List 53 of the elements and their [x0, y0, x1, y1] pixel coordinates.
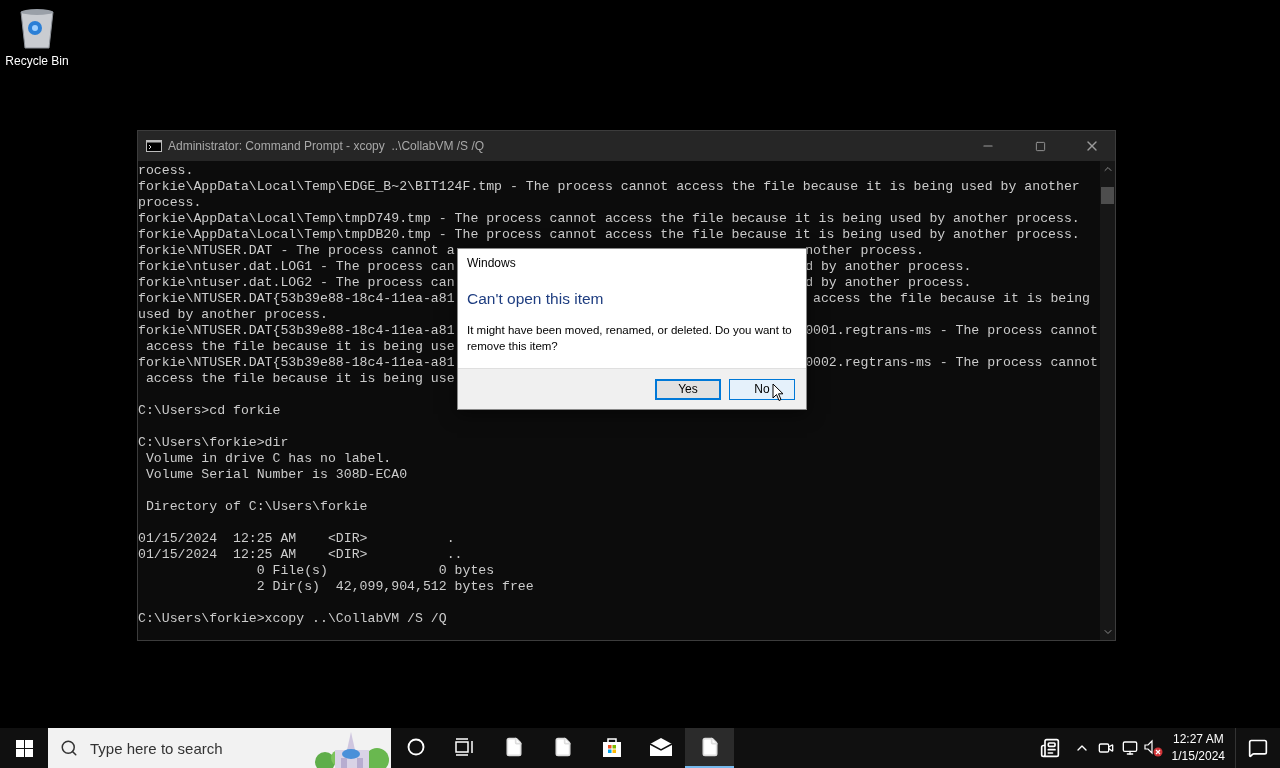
camera-icon[interactable]	[1097, 740, 1114, 756]
dialog-message: It might have been moved, renamed, or deleted. Do you want to remove this item?	[466, 323, 793, 354]
console-line: access the file because it is being use	[144, 371, 455, 387]
desktop-icon-label[interactable]: Recycle Bin	[5, 54, 69, 68]
console-line: 2 Dir(s) 42,099,904,512 bytes free	[255, 579, 534, 595]
console-line: rocess.	[138, 163, 194, 179]
console-line: C:\Users\forkie>xcopy ..\CollabVM /S /Q	[138, 611, 447, 627]
circle-icon[interactable]	[406, 738, 425, 756]
windows-logo-icon[interactable]	[15, 739, 33, 757]
network-icon[interactable]	[1121, 740, 1138, 756]
dialog-button[interactable]: Yes	[655, 378, 721, 400]
search-icon	[60, 739, 78, 757]
clock[interactable]: 12:27 AM 1/15/2024	[1165, 731, 1235, 765]
console-line: forkie\AppData\Local\Temp\EDGE_B~2\BIT124F.tmp - The process cannot access the file because it is being used by another	[138, 179, 1080, 195]
console-line: forkie\ntuser.dat.LOG2 - The process can	[138, 275, 455, 291]
console-line: forkie\NTUSER.DAT{53b39e88-18c4-11ea-a81	[138, 355, 455, 371]
store-icon[interactable]	[600, 736, 623, 758]
console-line: used by another process.	[138, 307, 328, 323]
console-line: process.	[138, 195, 202, 211]
console-line: C:\Users>cd forkie	[138, 403, 281, 419]
dialog-heading: Can't open this item	[466, 289, 605, 308]
console-line: access the file because it is being use	[144, 339, 455, 355]
console-icon	[146, 140, 162, 152]
notification-icon	[1248, 738, 1268, 758]
dialog-caption: Windows	[466, 255, 517, 270]
dialog-button[interactable]: No	[729, 378, 795, 400]
scrollbar[interactable]	[1100, 161, 1115, 640]
console-line: 0002.regtrans-ms - The process cannot	[805, 355, 1098, 371]
scroll-thumb[interactable]	[1101, 187, 1114, 204]
console-line: Directory of C:\Users\forkie	[144, 499, 368, 515]
mouse-cursor-icon	[772, 382, 784, 402]
console-line: forkie\NTUSER.DAT{53b39e88-18c4-11ea-a81	[138, 291, 455, 307]
console-line: 01/15/2024 12:25 AM <DIR> ..	[138, 547, 463, 563]
maximize-icon	[1034, 140, 1046, 152]
search-field[interactable]: Type here to search	[48, 728, 391, 768]
console-line: forkie\AppData\Local\Temp\tmpDB20.tmp - The process cannot access the file because it is being used by another process.	[138, 227, 1080, 243]
console-line: forkie\AppData\Local\Temp\tmpD749.tmp - The process cannot access the file because it is being used by another process.	[138, 211, 1080, 227]
console-line: forkie\NTUSER.DAT{53b39e88-18c4-11ea-a81	[138, 323, 455, 339]
console-line: access the file because it is being	[812, 291, 1091, 307]
console-line: 01/15/2024 12:25 AM <DIR> .	[138, 531, 455, 547]
task-view-icon[interactable]	[454, 738, 475, 756]
console-line: forkie\NTUSER.DAT - The process cannot a	[138, 243, 455, 259]
console-line: 0001.regtrans-ms - The process cannot	[805, 323, 1098, 339]
console-line: C:\Users\forkie>dir	[138, 435, 289, 451]
console-line: 0 File(s) 0 bytes	[255, 563, 495, 579]
console-line: Volume Serial Number is 308D-ECA0	[144, 467, 408, 483]
console-line: forkie\ntuser.dat.LOG1 - The process can	[138, 259, 455, 275]
console-line: Volume in drive C has no label.	[144, 451, 392, 467]
mail-icon[interactable]	[648, 738, 673, 756]
window-title: Administrator: Command Prompt - xcopy ..\CollabVM /S /Q	[168, 139, 486, 153]
news-icon[interactable]	[1039, 738, 1060, 758]
volume-muted-icon[interactable]	[1143, 739, 1164, 757]
recycle-bin-icon[interactable]	[17, 6, 57, 50]
